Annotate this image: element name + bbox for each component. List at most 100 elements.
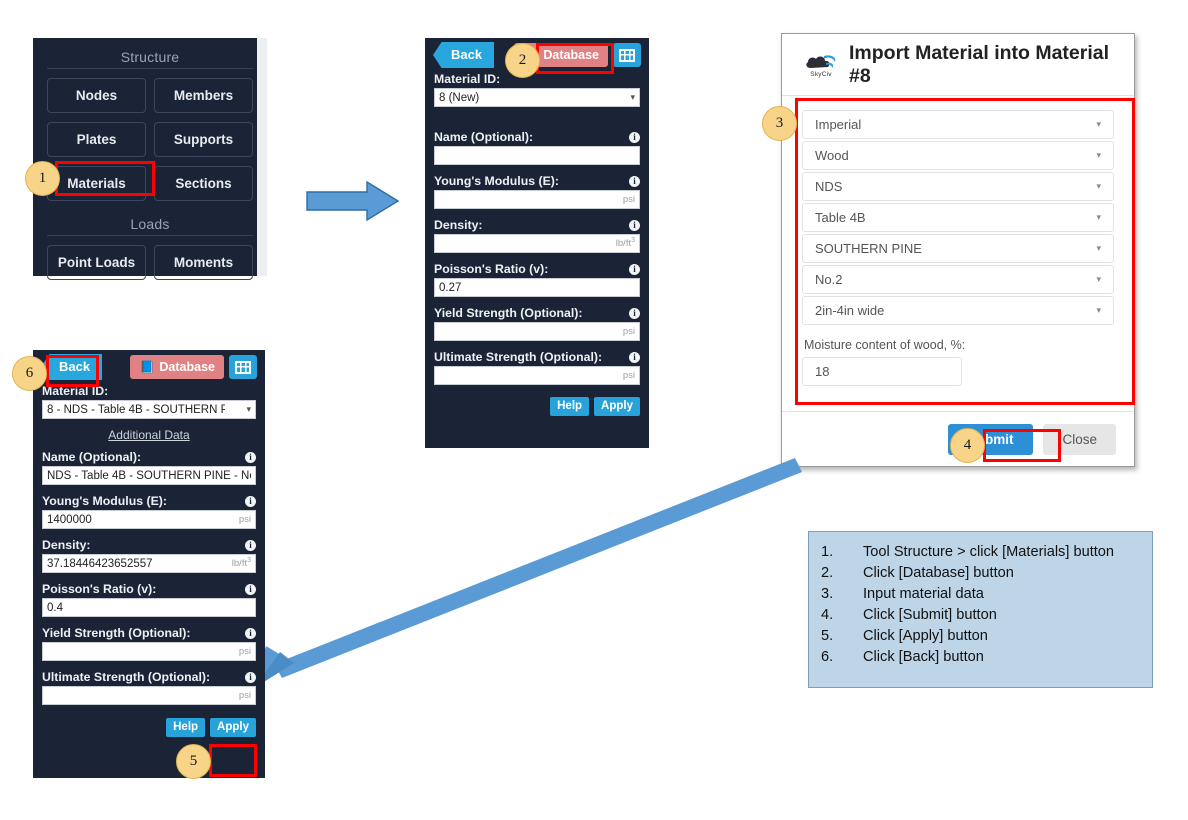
sidebar-item-moments[interactable]: Moments: [154, 245, 253, 280]
yield-strength-input[interactable]: psi: [434, 322, 640, 341]
select-size[interactable]: 2in-4in wide ▾: [802, 296, 1114, 325]
material-id-label-row: Material ID:: [425, 72, 649, 86]
ultimate-strength-label-row: Ultimate Strength (Optional): i: [33, 670, 265, 684]
select-species[interactable]: SOUTHERN PINE ▾: [802, 234, 1114, 263]
youngs-modulus-label: Young's Modulus (E):: [42, 494, 167, 508]
info-icon[interactable]: i: [629, 263, 640, 275]
youngs-modulus-value: 1400000: [47, 513, 92, 526]
youngs-modulus-input[interactable]: 1400000 psi: [42, 510, 256, 529]
poissons-ratio-input[interactable]: 0.27: [434, 278, 640, 297]
info-icon[interactable]: i: [629, 219, 640, 231]
info-icon[interactable]: i: [629, 175, 640, 187]
name-label: Name (Optional):: [434, 130, 534, 144]
density-input[interactable]: lb/ft3: [434, 234, 640, 253]
moisture-content-input[interactable]: 18: [802, 357, 962, 386]
step-text: Click [Apply] button: [863, 628, 988, 644]
chevron-down-icon: ▾: [1096, 119, 1101, 129]
sidebar-item-materials[interactable]: Materials: [47, 166, 146, 201]
section-divider: [47, 68, 253, 69]
instruction-step: 5. Click [Apply] button: [821, 626, 1140, 647]
sidebar-item-nodes[interactable]: Nodes: [47, 78, 146, 113]
density-input[interactable]: 37.18446423652557 lb/ft3: [42, 554, 256, 573]
select-grade[interactable]: No.2 ▾: [802, 265, 1114, 294]
nav-row: Point Loads Moments: [33, 245, 267, 280]
form-footer-new: Help Apply: [425, 397, 649, 416]
select-table[interactable]: Table 4B ▾: [802, 203, 1114, 232]
table-grid-icon: [619, 48, 635, 62]
table-grid-button[interactable]: [229, 355, 257, 379]
ultimate-strength-label: Ultimate Strength (Optional):: [42, 670, 211, 684]
info-icon[interactable]: i: [245, 583, 256, 595]
unit-label: psi: [622, 194, 635, 205]
unit-label: psi: [238, 514, 251, 525]
name-input[interactable]: NDS - Table 4B - SOUTHERN PINE - No.2: [42, 466, 256, 485]
info-icon[interactable]: i: [245, 451, 256, 463]
select-standard[interactable]: NDS ▾: [802, 172, 1114, 201]
sidebar-item-members[interactable]: Members: [154, 78, 253, 113]
density-label: Density:: [434, 218, 483, 232]
poissons-ratio-input[interactable]: 0.4: [42, 598, 256, 617]
sidebar-item-sections[interactable]: Sections: [154, 166, 253, 201]
name-input[interactable]: [434, 146, 640, 165]
database-button[interactable]: 📘 Database: [130, 355, 224, 379]
apply-button[interactable]: Apply: [594, 397, 640, 416]
form-toolbar-filled: Back 📘 Database: [33, 350, 265, 384]
back-button[interactable]: Back: [41, 354, 103, 380]
density-label-row: Density: i: [33, 538, 265, 552]
ultimate-strength-label-row: Ultimate Strength (Optional): i: [425, 350, 649, 364]
sidebar-scrollbar[interactable]: [257, 38, 267, 276]
info-icon[interactable]: i: [245, 495, 256, 507]
step-number: 5.: [821, 628, 834, 644]
info-icon[interactable]: i: [245, 671, 256, 683]
poissons-ratio-label: Poisson's Ratio (v):: [42, 582, 157, 596]
flow-arrow-diagonal: [250, 440, 820, 690]
section-title-structure: Structure: [120, 49, 180, 65]
step-badge-3: 3: [762, 106, 797, 141]
select-size-value: 2in-4in wide: [815, 303, 885, 318]
help-button[interactable]: Help: [166, 718, 206, 737]
nav-row: Plates Supports: [33, 122, 267, 157]
yield-strength-input[interactable]: psi: [42, 642, 256, 661]
name-label: Name (Optional):: [42, 450, 142, 464]
back-button[interactable]: Back: [433, 42, 495, 68]
material-id-value: 8 - NDS - Table 4B - SOUTHERN PINE -: [47, 403, 225, 416]
density-value: 37.18446423652557: [47, 557, 153, 570]
sidebar-item-point-loads[interactable]: Point Loads: [47, 245, 146, 280]
sidebar-item-supports[interactable]: Supports: [154, 122, 253, 157]
ultimate-strength-input[interactable]: psi: [42, 686, 256, 705]
info-icon[interactable]: i: [629, 307, 640, 319]
table-grid-button[interactable]: [613, 43, 641, 67]
poissons-ratio-label: Poisson's Ratio (v):: [434, 262, 549, 276]
chevron-down-icon: ▾: [1096, 305, 1101, 315]
youngs-modulus-input[interactable]: psi: [434, 190, 640, 209]
step-badge-1: 1: [25, 161, 60, 196]
material-id-select[interactable]: 8 (New) ▾: [434, 88, 640, 107]
sidebar-item-plates[interactable]: Plates: [47, 122, 146, 157]
info-icon[interactable]: i: [245, 627, 256, 639]
nav-row: Nodes Members: [33, 78, 267, 113]
section-title-loads: Loads: [130, 216, 170, 232]
form-footer-filled: Help Apply: [33, 718, 265, 737]
select-table-value: Table 4B: [815, 210, 866, 225]
select-unit-system[interactable]: Imperial ▾: [802, 110, 1114, 139]
help-button[interactable]: Help: [550, 397, 590, 416]
instruction-step: 4. Click [Submit] button: [821, 605, 1140, 626]
step-number: 1.: [821, 544, 834, 560]
step-text: Tool Structure > click [Materials] butto…: [863, 544, 1115, 560]
apply-button[interactable]: Apply: [210, 718, 256, 737]
skyciv-logo: SkyCiv: [804, 52, 838, 78]
material-id-select[interactable]: 8 - NDS - Table 4B - SOUTHERN PINE - ▾: [42, 400, 256, 419]
additional-data-link[interactable]: Additional Data: [33, 428, 265, 442]
unit-label: psi: [238, 690, 251, 701]
info-icon[interactable]: i: [629, 351, 640, 363]
name-value: NDS - Table 4B - SOUTHERN PINE - No.2: [47, 469, 251, 482]
close-button[interactable]: Close: [1043, 423, 1116, 455]
instruction-step: 6. Click [Back] button: [821, 647, 1140, 668]
info-icon[interactable]: i: [245, 539, 256, 551]
info-icon[interactable]: i: [629, 131, 640, 143]
step-number: 6.: [821, 649, 834, 665]
section-divider: [47, 235, 253, 236]
dialog-body: Imperial ▾ Wood ▾ NDS ▾ Table 4B ▾ SOUTH…: [782, 96, 1134, 394]
select-material-type[interactable]: Wood ▾: [802, 141, 1114, 170]
ultimate-strength-input[interactable]: psi: [434, 366, 640, 385]
